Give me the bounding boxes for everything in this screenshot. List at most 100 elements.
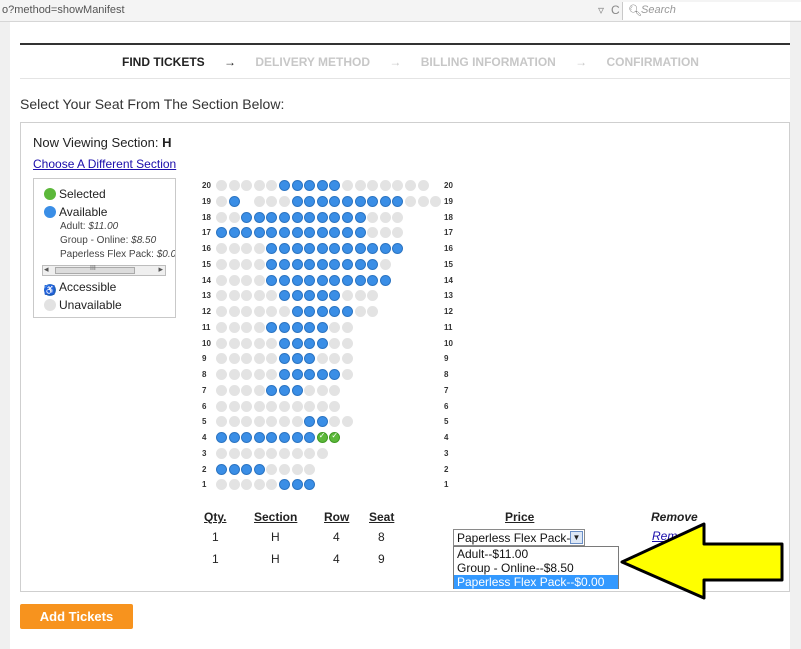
seat-available[interactable] [329, 211, 341, 223]
seat-available[interactable] [279, 432, 290, 443]
seat-available[interactable] [241, 211, 253, 223]
seat-available[interactable] [304, 243, 316, 254]
scroll-right-icon[interactable]: ▸ [158, 264, 163, 275]
seat-available[interactable] [367, 258, 379, 270]
seat-available[interactable] [316, 243, 328, 254]
seat-available[interactable] [266, 432, 278, 443]
seat-available[interactable] [304, 195, 316, 207]
seat-available[interactable] [392, 195, 404, 207]
seat-available[interactable] [316, 258, 328, 270]
seat-available[interactable] [304, 321, 316, 333]
seat-selected[interactable] [316, 431, 328, 443]
seat-available[interactable] [291, 306, 303, 317]
seat-available[interactable] [266, 211, 278, 223]
seat-available[interactable] [379, 243, 391, 254]
seat-available[interactable] [342, 258, 353, 270]
chevron-down-icon[interactable]: ▼ [570, 531, 583, 544]
seat-available[interactable] [241, 463, 253, 475]
seat-available[interactable] [291, 180, 303, 191]
seat-available[interactable] [304, 290, 316, 302]
seat-available[interactable] [342, 195, 353, 207]
seat-available[interactable] [316, 290, 328, 302]
seat-available[interactable] [304, 180, 316, 191]
seat-available[interactable] [266, 384, 278, 396]
seat-available[interactable] [354, 211, 366, 223]
seat-available[interactable] [266, 243, 278, 254]
seat-available[interactable] [291, 337, 303, 349]
reload-icon[interactable]: C [611, 3, 620, 17]
seat-available[interactable] [304, 416, 316, 428]
seat-available[interactable] [291, 369, 303, 380]
seat-available[interactable] [342, 274, 353, 286]
seat-available[interactable] [253, 432, 265, 443]
seat-available[interactable] [279, 180, 290, 191]
seat-available[interactable] [253, 227, 265, 239]
seat-available[interactable] [316, 180, 328, 191]
seat-available[interactable] [316, 306, 328, 317]
seat-available[interactable] [266, 274, 278, 286]
seat-available[interactable] [279, 290, 290, 302]
seat-available[interactable] [304, 432, 316, 443]
seat-available[interactable] [304, 258, 316, 270]
seat-available[interactable] [342, 306, 353, 317]
seat-available[interactable] [228, 227, 240, 239]
price-select[interactable]: Paperless Flex Pack-- ▼ [453, 529, 585, 546]
seat-available[interactable] [354, 258, 366, 270]
seat-available[interactable] [316, 321, 328, 333]
seat-available[interactable] [304, 227, 316, 239]
seat-available[interactable] [304, 337, 316, 349]
seat-available[interactable] [392, 243, 404, 254]
seat-available[interactable] [316, 274, 328, 286]
seat-available[interactable] [253, 211, 265, 223]
seat-available[interactable] [354, 274, 366, 286]
seat-available[interactable] [379, 274, 391, 286]
price-option-group-online[interactable]: Group - Online--$8.50 [454, 561, 618, 575]
seat-available[interactable] [316, 337, 328, 349]
seat-available[interactable] [279, 243, 290, 254]
seat-available[interactable] [316, 227, 328, 239]
seat-available[interactable] [291, 321, 303, 333]
seat-selected[interactable] [329, 431, 341, 443]
seat-available[interactable] [291, 274, 303, 286]
seat-available[interactable] [291, 432, 303, 443]
seat-available[interactable] [329, 369, 341, 380]
seat-available[interactable] [329, 274, 341, 286]
seat-available[interactable] [304, 274, 316, 286]
seat-available[interactable] [291, 479, 303, 491]
seat-available[interactable] [316, 211, 328, 223]
seat-available[interactable] [253, 463, 265, 475]
seat-available[interactable] [279, 227, 290, 239]
seat-available[interactable] [279, 274, 290, 286]
seat-available[interactable] [354, 195, 366, 207]
seat-available[interactable] [379, 195, 391, 207]
seat-available[interactable] [367, 274, 379, 286]
seat-available[interactable] [304, 353, 316, 365]
seat-available[interactable] [316, 195, 328, 207]
dropdown-history-icon[interactable]: ▿ [598, 3, 604, 17]
seat-available[interactable] [279, 211, 290, 223]
seat-available[interactable] [291, 227, 303, 239]
seat-available[interactable] [304, 211, 316, 223]
seat-available[interactable] [228, 463, 240, 475]
seat-available[interactable] [329, 306, 341, 317]
seat-available[interactable] [316, 416, 328, 428]
add-tickets-button[interactable]: Add Tickets [20, 604, 133, 629]
seat-available[interactable] [279, 353, 290, 365]
seat-available[interactable] [228, 432, 240, 443]
seat-available[interactable] [329, 290, 341, 302]
seat-available[interactable] [304, 306, 316, 317]
seat-available[interactable] [304, 479, 316, 491]
seat-available[interactable] [279, 479, 290, 491]
price-option-paperless-flex[interactable]: Paperless Flex Pack--$0.00 [454, 575, 618, 589]
seat-available[interactable] [216, 432, 227, 443]
seat-available[interactable] [241, 432, 253, 443]
seat-available[interactable] [342, 243, 353, 254]
seat-available[interactable] [367, 195, 379, 207]
seat-available[interactable] [266, 258, 278, 270]
seat-available[interactable] [266, 321, 278, 333]
scroll-thumb[interactable]: III [55, 265, 135, 274]
seat-available[interactable] [354, 227, 366, 239]
seat-available[interactable] [291, 290, 303, 302]
seat-available[interactable] [354, 243, 366, 254]
seat-available[interactable] [241, 227, 253, 239]
